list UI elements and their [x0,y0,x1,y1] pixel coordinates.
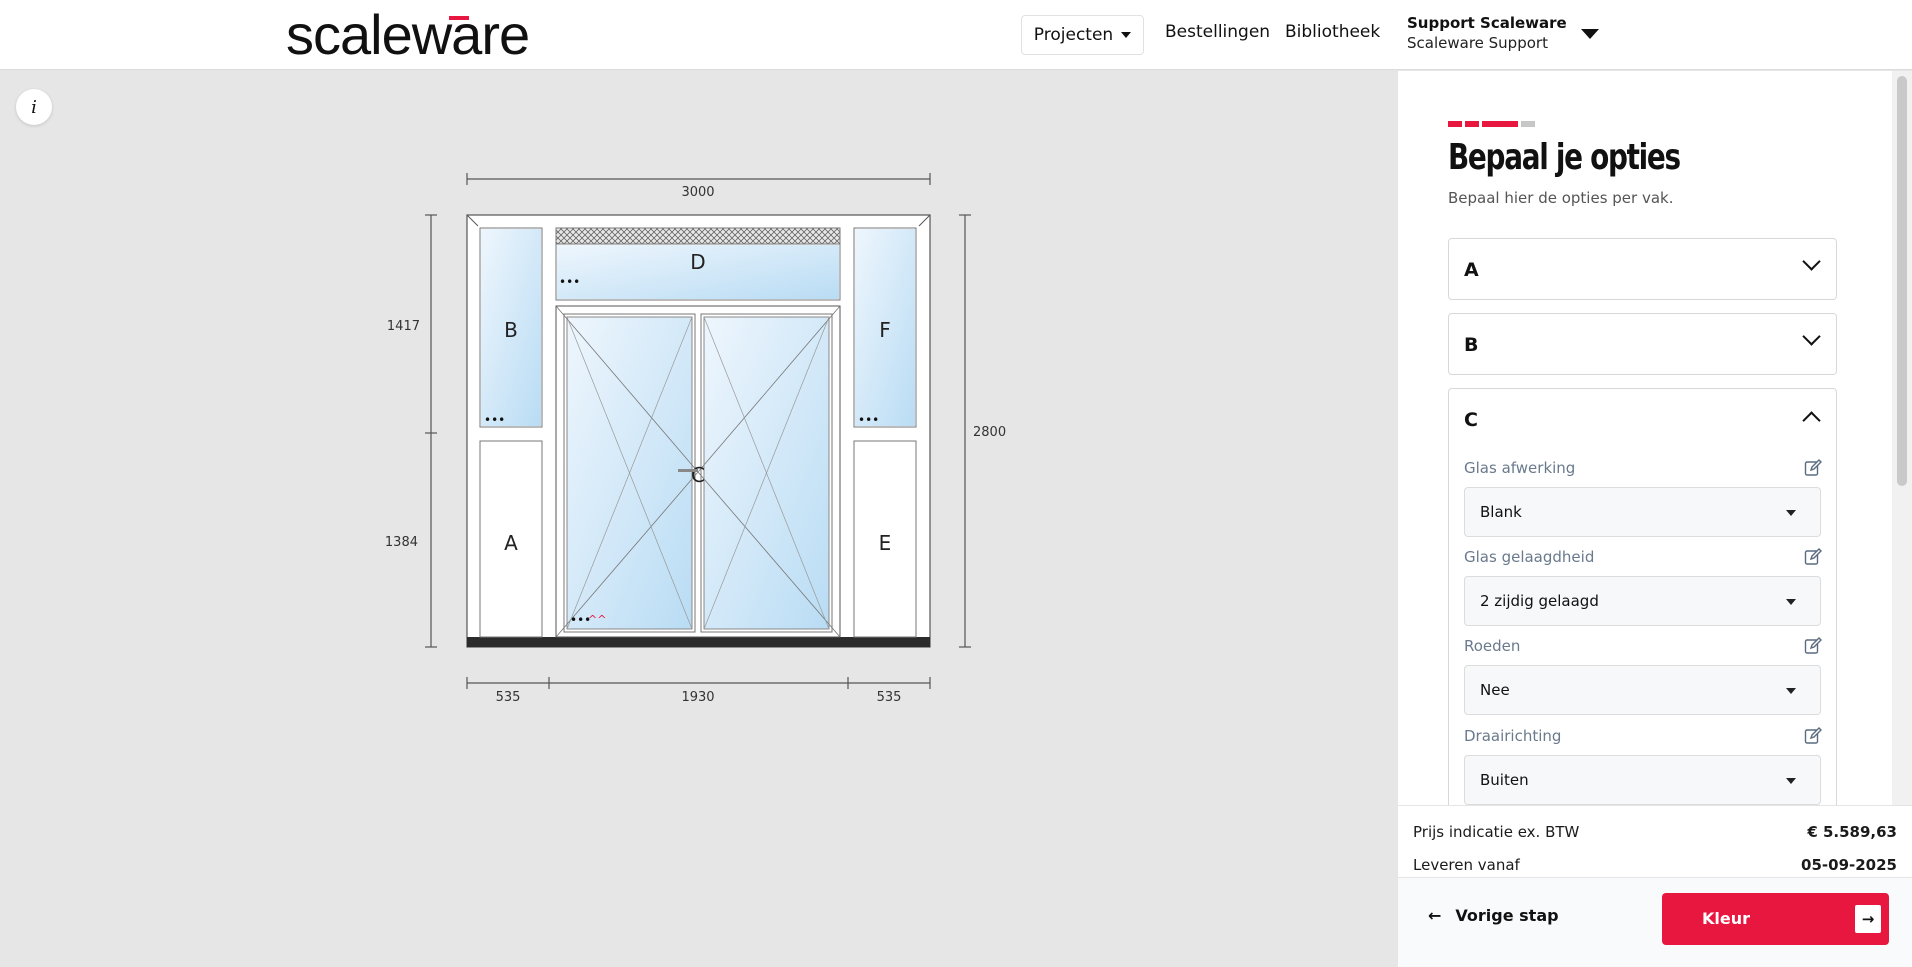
svg-text:D: D [690,250,705,274]
vak-d[interactable]: D ••• [555,227,841,301]
option-label-glas-afwerking: Glas afwerking [1464,459,1576,477]
user-info: Support Scaleware Scaleware Support [1407,13,1567,53]
svg-text:•••: ••• [858,413,879,427]
vak-b[interactable]: B ••• [479,227,543,428]
chevron-down-icon [1802,252,1821,271]
caret-down-icon [1786,599,1796,605]
accordion-b-label: B [1464,334,1479,356]
nav-orders-link[interactable]: Bestellingen [1165,22,1270,42]
previous-step-label: Vorige stap [1455,906,1559,925]
window-drawing: 3000 2800 1417 1384 535 1930 535 B ••• A… [385,173,1006,705]
accordion-c-label: C [1464,409,1478,431]
svg-text:A: A [504,531,518,555]
vak-f[interactable]: F ••• [853,227,917,428]
caret-down-icon [1786,778,1796,784]
projects-dropdown[interactable]: Projecten [1021,15,1144,55]
user-menu-caret-icon[interactable] [1581,29,1599,39]
dim-left-width-label: 535 [496,690,521,705]
svg-text:B: B [504,318,518,342]
edit-icon[interactable] [1804,548,1822,566]
select-glas-afwerking[interactable]: Blank [1464,487,1821,537]
chevron-down-icon [1802,327,1821,346]
svg-text:C: C [691,463,705,487]
next-step-label: Kleur [1702,909,1751,928]
delivery-label: Leveren vanaf [1413,856,1520,874]
vak-e[interactable]: E [853,440,917,638]
svg-text:•••: ••• [559,275,580,289]
caret-down-icon [1786,510,1796,516]
option-label-glas-gelaagdheid: Glas gelaagdheid [1464,548,1595,566]
dim-total-width-label: 3000 [681,185,714,200]
select-roeden[interactable]: Nee [1464,665,1821,715]
options-panel: Bepaal je opties Bepaal hier de opties p… [1398,71,1912,967]
svg-text:F: F [879,318,891,342]
info-icon: i [31,96,37,118]
options-scroll-area[interactable]: Bepaal je opties Bepaal hier de opties p… [1398,71,1892,805]
next-step-button[interactable]: Kleur → [1662,893,1889,945]
info-button[interactable]: i [16,89,52,125]
vak-c[interactable]: C ••• ^^ [555,305,841,638]
arrow-right-icon: → [1855,905,1881,933]
svg-text:^^: ^^ [588,613,606,626]
accordion-b[interactable]: B [1448,313,1837,375]
accordion-c-header[interactable]: C [1449,389,1836,449]
select-value: Nee [1480,681,1510,699]
delivery-value: 05-09-2025 [1801,856,1897,874]
dim-bottom-widths [466,677,931,689]
svg-text:E: E [879,531,892,555]
select-value: Buiten [1480,771,1529,789]
step-progress [1448,121,1535,127]
accordion-a-label: A [1464,259,1479,281]
dim-total-height [959,214,971,648]
dim-total-width [466,173,931,185]
vak-a[interactable]: A [479,440,543,638]
caret-down-icon [1786,688,1796,694]
dim-total-height-label: 2800 [973,425,1006,440]
panel-footer: ← Vorige stap Kleur → [1398,877,1912,967]
arrow-left-icon: ← [1428,906,1442,925]
price-label: Prijs indicatie ex. BTW [1413,823,1580,841]
accordion-a[interactable]: A [1448,238,1837,300]
dim-upper-height-label: 1417 [387,319,420,334]
panel-title: Bepaal je opties [1448,137,1681,178]
price-row: Prijs indicatie ex. BTW € 5.589,63 [1413,823,1897,841]
caret-down-icon [1121,32,1132,38]
user-org: Scaleware Support [1407,34,1548,52]
edit-icon[interactable] [1804,727,1822,745]
top-header: scaleware Projecten Bestellingen Bibliot… [0,0,1912,70]
select-glas-gelaagdheid[interactable]: 2 zijdig gelaagd [1464,576,1821,626]
select-draairichting[interactable]: Buiten [1464,755,1821,805]
panel-subtitle: Bepaal hier de opties per vak. [1448,189,1674,207]
edit-icon[interactable] [1804,637,1822,655]
dim-lower-height-label: 1384 [385,535,418,550]
option-label-roeden: Roeden [1464,637,1521,655]
scrollbar-thumb[interactable] [1897,76,1907,486]
edit-icon[interactable] [1804,459,1822,477]
nav-library-link[interactable]: Bibliotheek [1285,22,1380,42]
dim-right-width-label: 535 [877,690,902,705]
dim-middle-width-label: 1930 [681,690,714,705]
scaleware-logo[interactable]: scaleware [286,4,530,66]
threshold [467,637,930,647]
dim-left-heights [425,214,437,648]
previous-step-button[interactable]: ← Vorige stap [1428,906,1559,925]
option-label-draairichting: Draairichting [1464,727,1562,745]
price-value: € 5.589,63 [1807,823,1897,841]
projects-label: Projecten [1033,25,1114,45]
select-value: Blank [1480,503,1522,521]
panel-scrollbar[interactable] [1892,71,1912,805]
user-name: Support Scaleware [1407,14,1567,32]
chevron-up-icon [1802,411,1821,430]
delivery-row: Leveren vanaf 05-09-2025 [1413,856,1897,874]
svg-text:•••: ••• [484,413,505,427]
logo-accent-bar [449,16,469,20]
select-value: 2 zijdig gelaagd [1480,592,1599,610]
accordion-c[interactable]: C Glas afwerking Blank Glas gelaagdheid … [1448,388,1837,805]
